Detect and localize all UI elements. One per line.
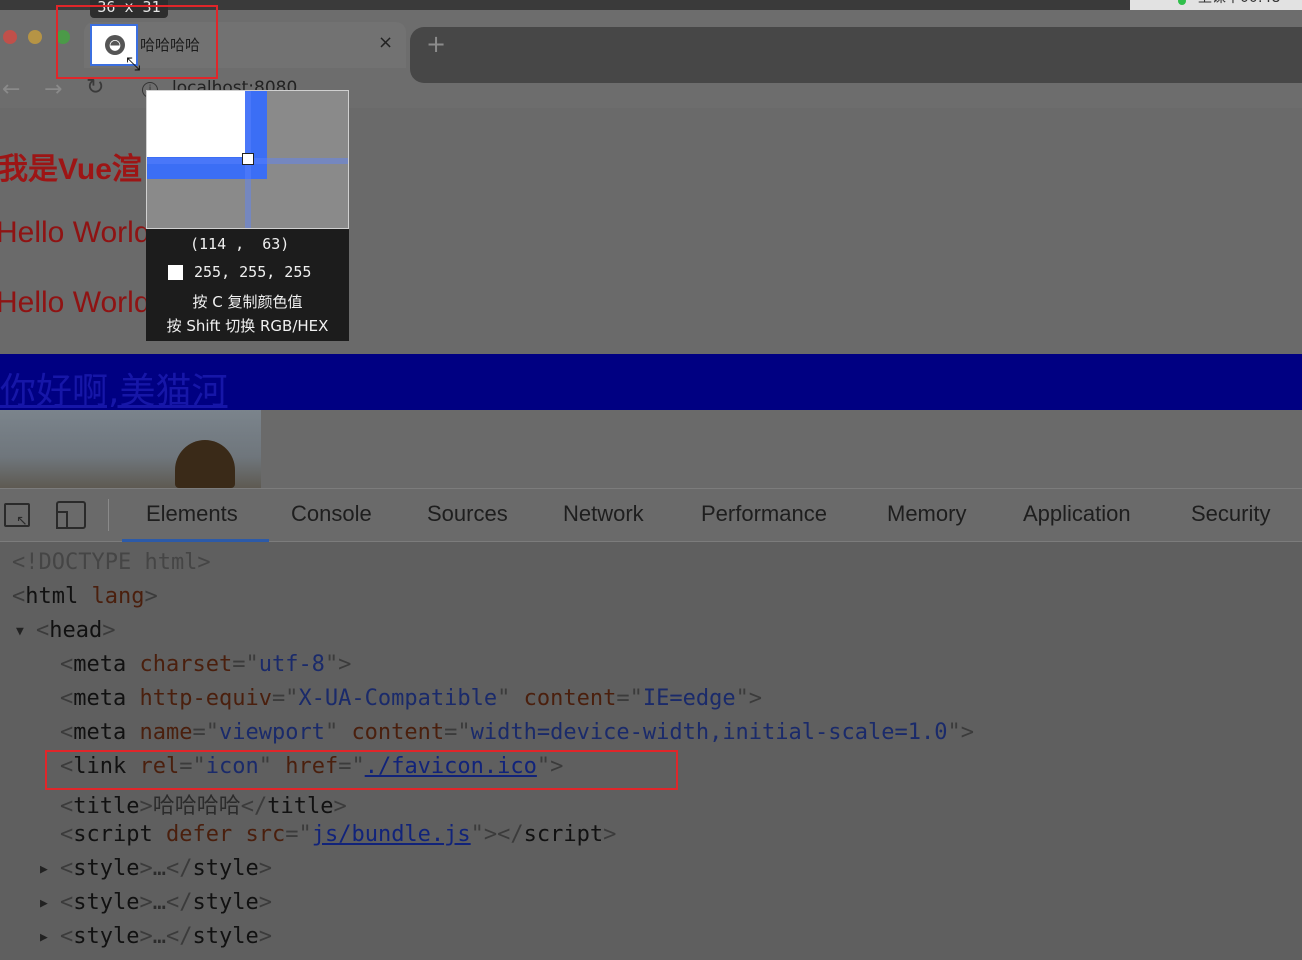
code-style-3[interactable]: <style>…</style> [60, 924, 272, 949]
style-2-ellipsis[interactable]: … [153, 890, 166, 915]
code-style-2[interactable]: <style>…</style> [60, 890, 272, 915]
copy-hint: 按 C 复制颜色值 [192, 293, 303, 311]
devtools-toolbar: ↖ Elements Console Sources Network Perfo… [0, 488, 1302, 542]
meta-viewport-value1: viewport [218, 720, 325, 745]
style-3-ellipsis[interactable]: … [153, 924, 166, 949]
meta-compat-value2: IE=edge [642, 686, 736, 711]
new-tab-button[interactable]: + [426, 30, 446, 58]
meta-viewport-attr1: name [139, 720, 193, 745]
code-style-1[interactable]: <style>…</style> [60, 856, 272, 881]
tab-close-button[interactable]: × [378, 32, 393, 53]
tab-strip [410, 27, 1302, 83]
page-image [0, 410, 261, 488]
code-title[interactable]: <title>哈哈哈哈</title> [60, 788, 347, 820]
close-window-button[interactable] [3, 30, 17, 44]
magnified-white-area [147, 91, 245, 157]
color-swatch [168, 265, 183, 280]
device-toolbar-icon[interactable] [56, 501, 86, 529]
highlight-box-link [45, 750, 678, 790]
expand-style-2-icon[interactable]: ▶ [40, 896, 48, 911]
code-meta-viewport[interactable]: <meta name="viewport" content="width=dev… [60, 720, 974, 745]
back-button[interactable]: ← [2, 77, 20, 102]
tab-sources[interactable]: Sources [427, 501, 508, 527]
meta-compat-value1: X-UA-Compatible [298, 686, 498, 711]
blue-banner-text[interactable]: 你好啊,美猫河 [0, 362, 227, 414]
bundle-link[interactable]: js/bundle.js [312, 822, 471, 847]
tab-elements[interactable]: Elements [146, 501, 238, 527]
code-head-open[interactable]: <head> [36, 618, 115, 643]
tab-application[interactable]: Application [1023, 501, 1131, 527]
code-html-open[interactable]: <html lang> [12, 584, 158, 609]
script-src-attr: src [245, 822, 286, 847]
code-meta-compat[interactable]: <meta http-equiv="X-UA-Compatible" conte… [60, 686, 762, 711]
vue-rendered-text: 我是Vue渲 [0, 153, 142, 186]
picker-rgb-value: 255, 255, 255 [194, 263, 312, 281]
minimize-window-button[interactable] [28, 30, 42, 44]
meta-charset-attr: charset [139, 652, 233, 677]
meta-compat-attr1: http-equiv [139, 686, 272, 711]
meta-charset-value: utf-8 [258, 652, 325, 677]
animal-figure [175, 440, 235, 488]
expand-style-1-icon[interactable]: ▶ [40, 862, 48, 877]
resize-cursor-icon: ⤡ [126, 54, 141, 75]
status-dot-icon [1178, 0, 1186, 5]
script-defer-attr: defer [165, 822, 233, 847]
switch-format-hint: 按 Shift 切换 RGB/HEX [166, 317, 329, 335]
expand-style-3-icon[interactable]: ▶ [40, 930, 48, 945]
meta-viewport-value2: width=device-width,initial-scale=1.0 [470, 720, 948, 745]
tab-console[interactable]: Console [291, 501, 372, 527]
head-tag-name: head [49, 618, 103, 643]
html-lang-attr: lang [91, 584, 145, 609]
toolbar-divider [108, 499, 109, 531]
collapse-head-icon[interactable]: ▼ [16, 624, 24, 639]
inspect-element-icon[interactable]: ↖ [4, 503, 30, 529]
tab-network[interactable]: Network [563, 501, 644, 527]
code-script[interactable]: <script defer src="js/bundle.js"></scrip… [60, 822, 616, 847]
code-meta-charset[interactable]: <meta charset="utf-8"> [60, 652, 351, 677]
code-doctype[interactable]: <!DOCTYPE html> [12, 550, 211, 575]
target-pixel [242, 153, 254, 165]
meta-viewport-attr2: content [351, 720, 445, 745]
meta-compat-attr2: content [523, 686, 617, 711]
blue-banner: 你好啊,美猫河 [0, 354, 1302, 412]
hello-world-1: Hello World [0, 216, 151, 249]
status-text: 上课中00:48 [1198, 0, 1280, 9]
tab-security[interactable]: Security [1191, 501, 1270, 527]
picker-magnifier [146, 90, 349, 229]
picker-coordinates: (114 , 63) [190, 235, 290, 253]
style-1-ellipsis[interactable]: … [153, 856, 166, 881]
title-text: 哈哈哈哈 [152, 794, 241, 819]
tab-memory[interactable]: Memory [887, 501, 966, 527]
tab-performance[interactable]: Performance [701, 501, 827, 527]
hello-world-2: Hello World [0, 286, 151, 319]
html-tag-name: html [25, 584, 79, 609]
forward-button[interactable]: → [44, 77, 62, 102]
picker-info-panel: (114 , 63) 255, 255, 255 按 C 复制颜色值 按 Shi… [146, 229, 349, 341]
